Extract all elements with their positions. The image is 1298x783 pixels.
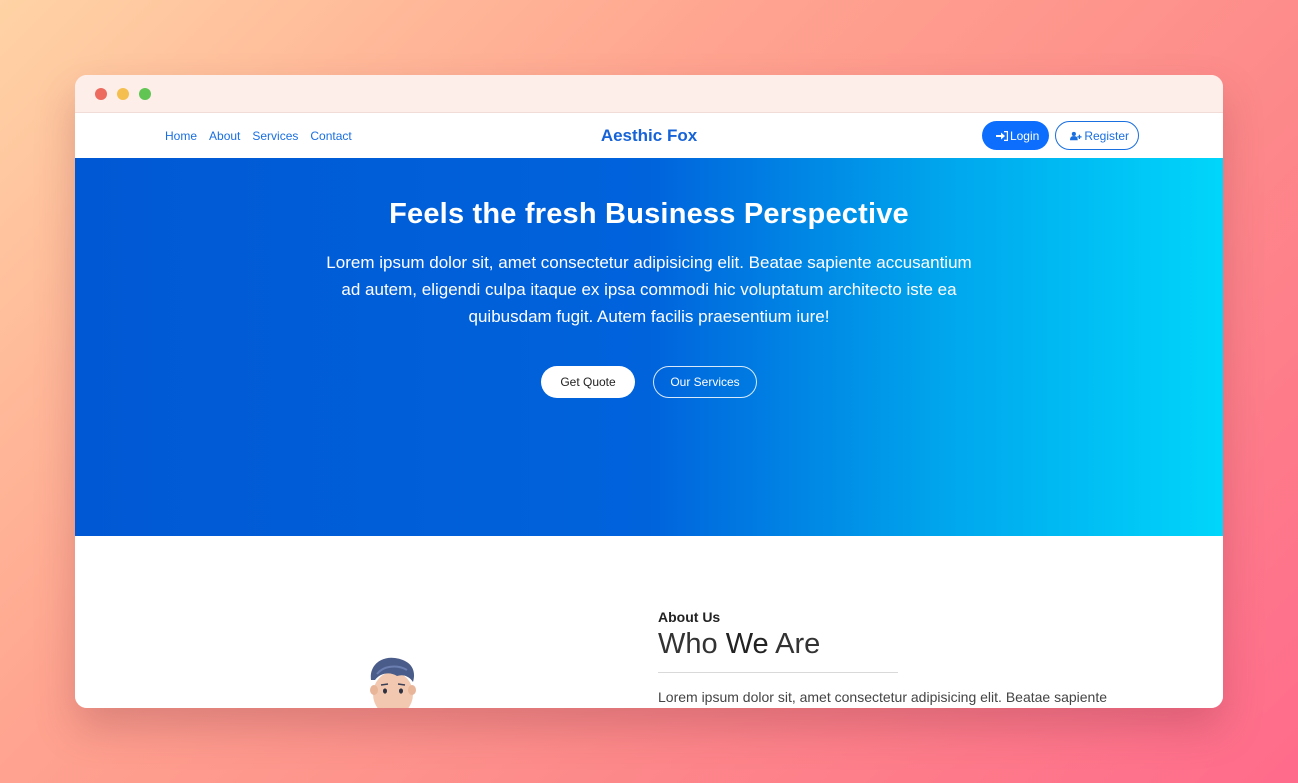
about-text-block: About Us Who We Are Lorem ipsum dolor si… [658,609,1128,707]
nav-link-services[interactable]: Services [252,129,298,143]
about-heading: Who We Are [658,627,1128,661]
about-heading-prefix: Who [658,628,726,660]
nav-actions: Login Register [981,113,1139,158]
register-label: Register [1084,128,1129,143]
nav-links: Home About Services Contact [165,113,352,158]
register-button[interactable]: Register [1055,121,1139,150]
nav-link-contact[interactable]: Contact [310,129,351,143]
minimize-window-button[interactable] [117,87,129,100]
login-button[interactable]: Login [981,121,1050,150]
about-section: About Us Who We Are Lorem ipsum dolor si… [75,536,1223,708]
about-heading-suffix: Are [768,628,821,660]
nav-link-about[interactable]: About [209,129,240,143]
nav-link-home[interactable]: Home [165,129,197,143]
sign-in-icon [995,130,1008,141]
user-plus-icon [1070,131,1082,140]
hero-title: Feels the fresh Business Perspective [389,198,909,230]
person-illustration [370,657,416,708]
close-window-button[interactable] [95,87,107,100]
hero-paragraph: Lorem ipsum dolor sit, amet consectetur … [326,253,972,326]
navbar: Home About Services Contact Aesthic Fox … [75,113,1223,158]
get-quote-button[interactable]: Get Quote [541,366,635,398]
about-heading-emphasis: We [725,628,769,660]
about-paragraph: Lorem ipsum dolor sit, amet consectetur … [658,689,1108,705]
window-titlebar [75,75,1223,113]
hero-buttons: Get Quote Our Services [75,366,1223,398]
maximize-window-button[interactable] [139,87,151,100]
our-services-button[interactable]: Our Services [653,366,757,398]
about-eyebrow: About Us [658,609,721,625]
hero-section: Feels the fresh Business Perspective Lor… [75,158,1223,536]
login-label: Login [1009,128,1040,143]
browser-window: Home About Services Contact Aesthic Fox … [75,75,1223,708]
about-divider [658,672,898,673]
